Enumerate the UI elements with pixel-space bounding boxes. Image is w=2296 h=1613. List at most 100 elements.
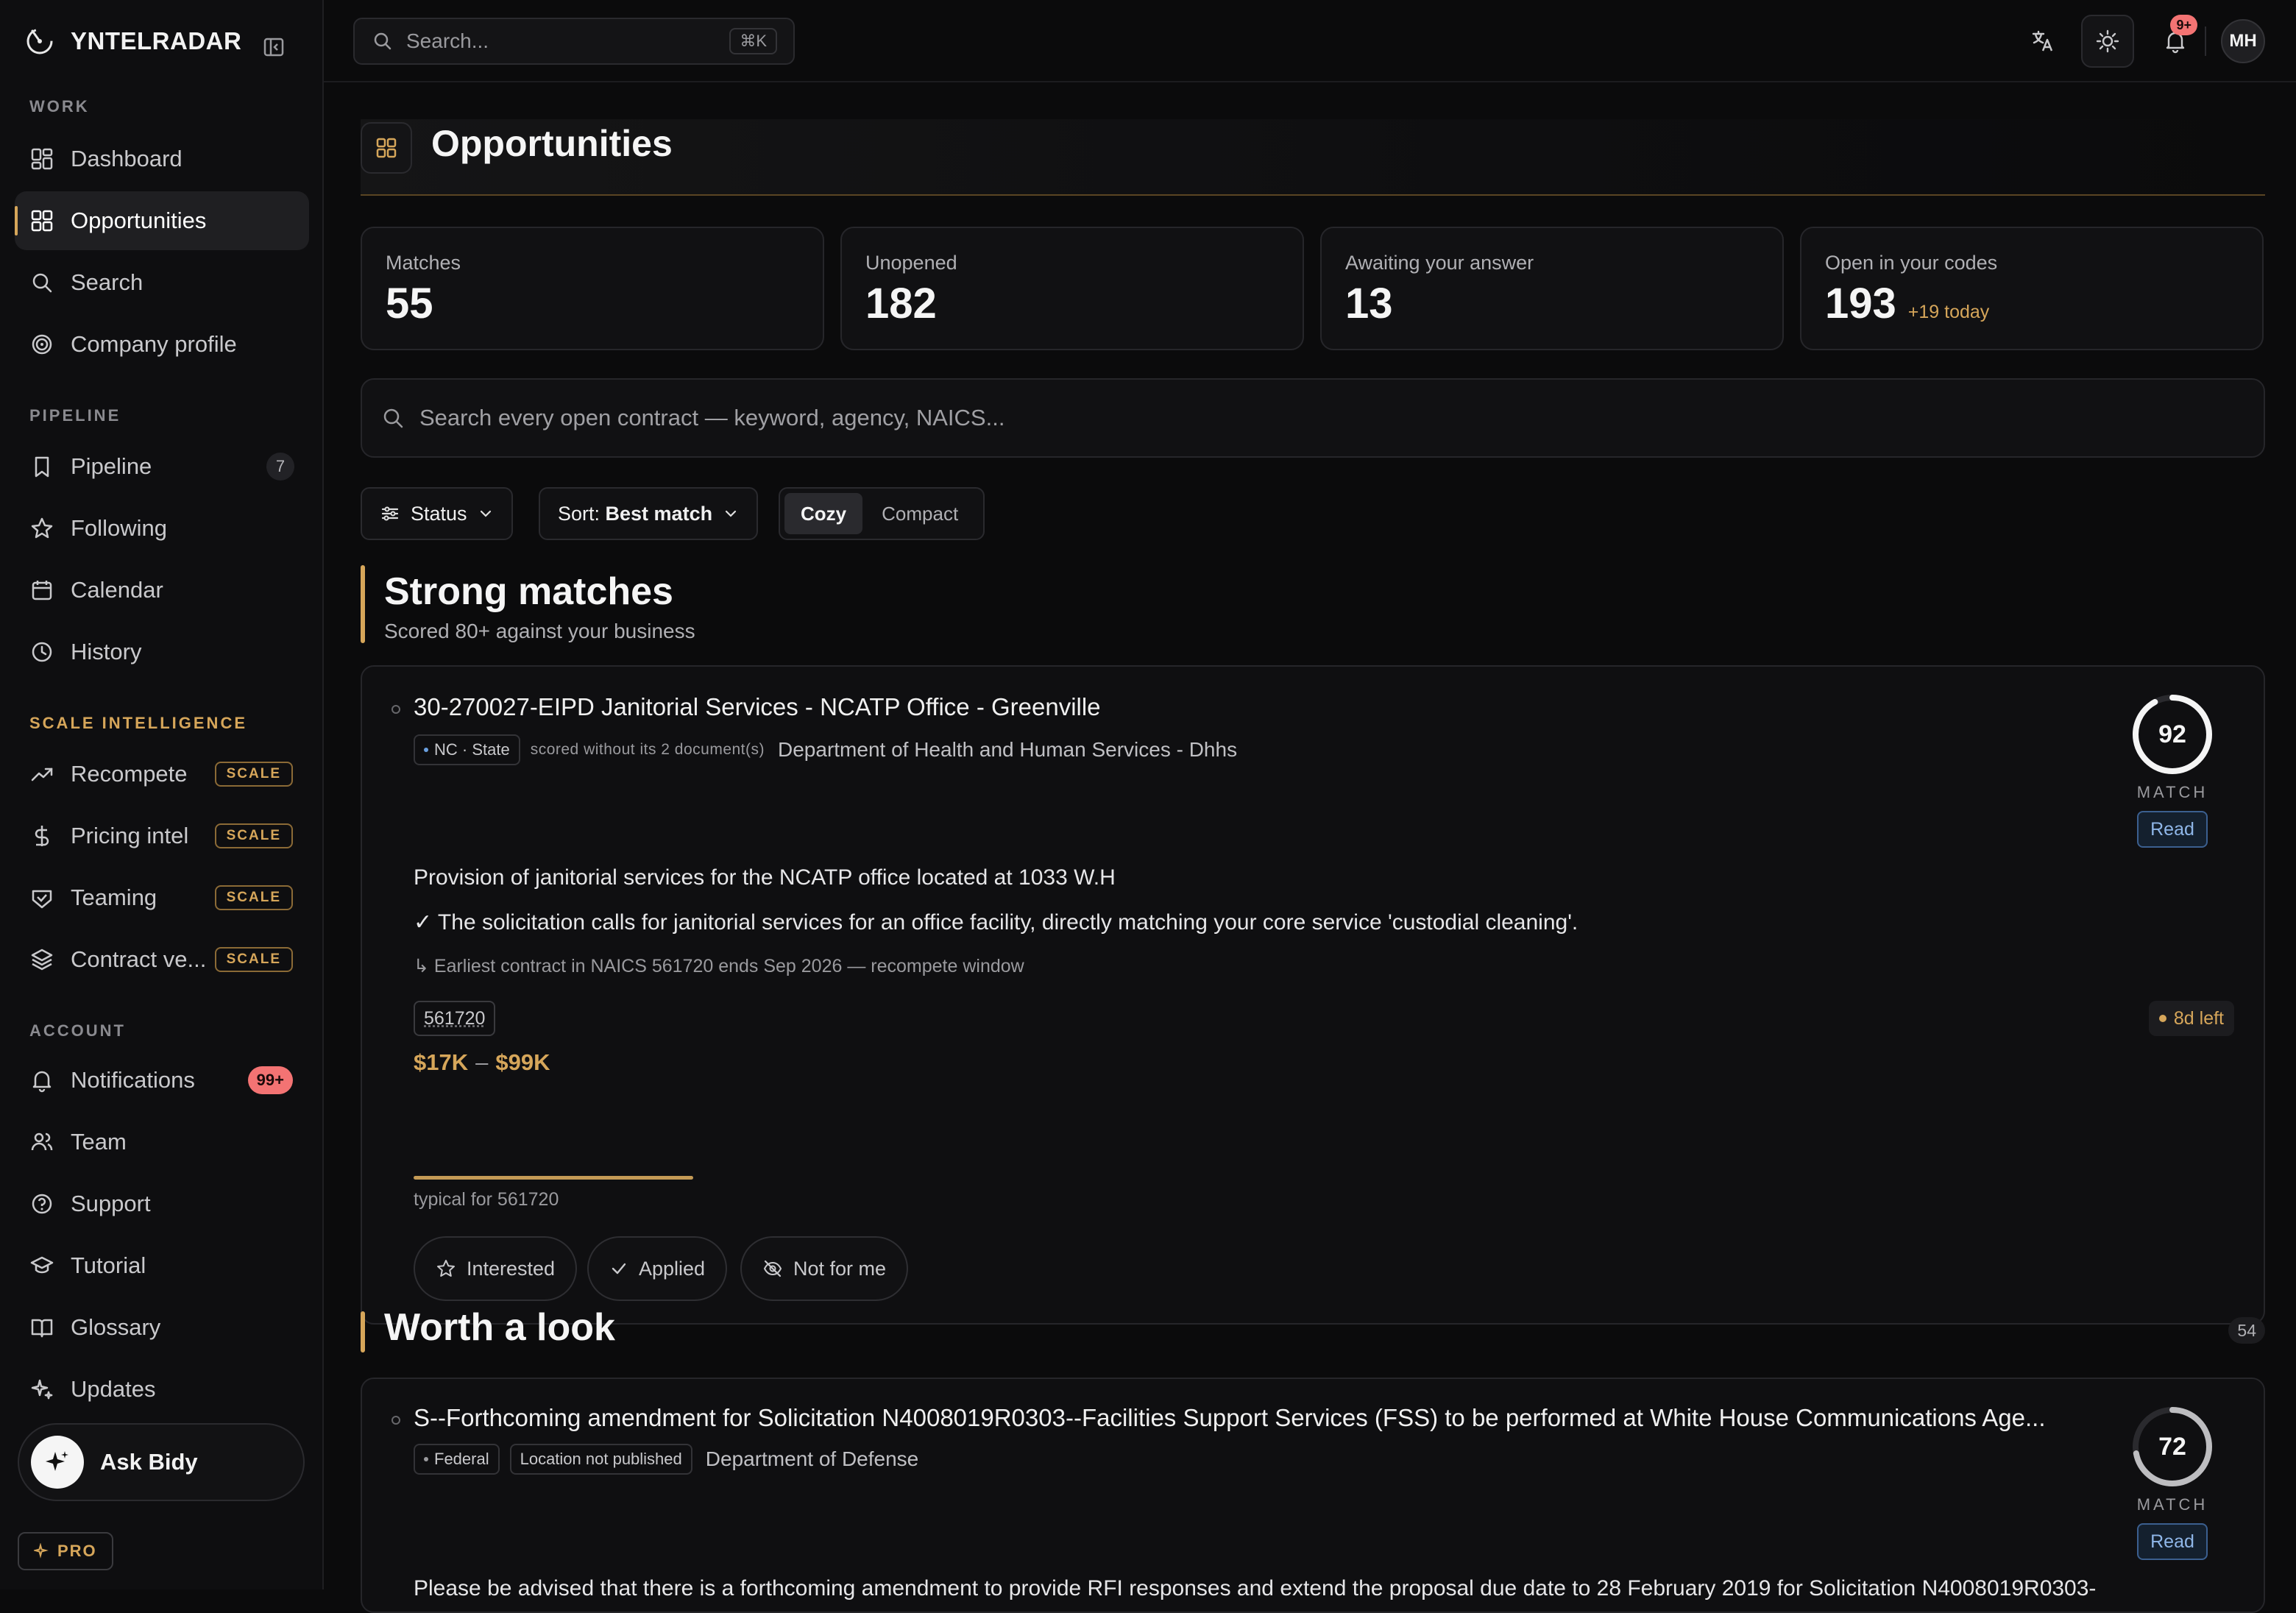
trend-icon xyxy=(29,762,54,787)
section-label-account: ACCOUNT xyxy=(29,1021,126,1040)
opportunity-card[interactable]: S--Forthcoming amendment for Solicitatio… xyxy=(361,1378,2265,1613)
plan-badge[interactable]: PRO xyxy=(18,1532,113,1570)
status-filter-label: Status xyxy=(411,502,467,525)
stat-label: Awaiting your answer xyxy=(1345,252,1534,274)
sidebar-item-notifications[interactable]: Notifications 99+ xyxy=(15,1051,309,1110)
view-density-toggle: Cozy Compact xyxy=(779,487,985,540)
price-high: $99K xyxy=(495,1049,550,1075)
stat-value: 182 xyxy=(865,280,937,327)
contract-search-input[interactable]: Search every open contract — keyword, ag… xyxy=(361,378,2265,458)
sidebar-item-pricing-intel[interactable]: Pricing intel SCALE xyxy=(15,806,309,865)
check-icon xyxy=(609,1259,628,1278)
sidebar-item-opportunities[interactable]: Opportunities xyxy=(15,191,309,250)
tag-dot xyxy=(424,748,428,752)
sidebar-item-teaming[interactable]: Teaming SCALE xyxy=(15,868,309,927)
opportunity-title[interactable]: 30-270027-EIPD Janitorial Services - NCA… xyxy=(414,693,2106,721)
scoring-note: scored without its 2 document(s) xyxy=(530,741,765,758)
price-bar xyxy=(414,1176,693,1180)
score-ring: 72 xyxy=(2131,1405,2214,1488)
notifications-button[interactable]: 9+ xyxy=(2149,15,2202,68)
sidebar-item-recompete[interactable]: Recompete SCALE xyxy=(15,745,309,804)
keyboard-shortcut: ⌘K xyxy=(729,28,777,54)
interested-button[interactable]: Interested xyxy=(414,1236,578,1301)
sidebar-item-updates[interactable]: Updates xyxy=(15,1360,309,1419)
collapse-sidebar-icon[interactable] xyxy=(262,35,286,59)
price-low: $17K xyxy=(414,1049,469,1075)
translate-button[interactable] xyxy=(2016,15,2069,68)
dashboard-icon xyxy=(29,146,54,171)
sidebar-item-dashboard[interactable]: Dashboard xyxy=(15,130,309,188)
applied-button[interactable]: Applied xyxy=(587,1236,728,1301)
user-avatar[interactable]: MH xyxy=(2221,19,2265,63)
chevron-down-icon xyxy=(478,506,494,522)
stat-value: 13 xyxy=(1345,280,1393,327)
score-value: 92 xyxy=(2158,720,2186,748)
stat-card-open-in-codes[interactable]: Open in your codes 193 +19 today xyxy=(1800,227,2264,350)
graduation-icon xyxy=(29,1253,54,1278)
pipeline-count-badge: 7 xyxy=(266,453,294,481)
stat-card-awaiting[interactable]: Awaiting your answer 13 xyxy=(1320,227,1784,350)
view-option-cozy[interactable]: Cozy xyxy=(784,493,863,534)
sidebar-item-label: Dashboard xyxy=(71,146,183,171)
brand[interactable]: YNTELRADAR xyxy=(24,22,241,60)
stat-card-unopened[interactable]: Unopened 182 xyxy=(840,227,1304,350)
sidebar-item-company-profile[interactable]: Company profile xyxy=(15,315,309,374)
brand-name: YNTELRADAR xyxy=(71,27,242,54)
sidebar-item-support[interactable]: Support xyxy=(15,1174,309,1233)
sidebar-item-label: Company profile xyxy=(71,331,237,357)
opportunity-title[interactable]: S--Forthcoming amendment for Solicitatio… xyxy=(414,1404,2084,1432)
not-for-me-button[interactable]: Not for me xyxy=(740,1236,909,1301)
section-subtitle: Scored 80+ against your business xyxy=(384,620,695,642)
search-icon xyxy=(29,270,54,295)
sidebar-item-label: Contract ve... xyxy=(71,946,207,972)
sidebar-item-tutorial[interactable]: Tutorial xyxy=(15,1236,309,1295)
chevron-down-icon xyxy=(723,506,739,522)
read-status-chip[interactable]: Read xyxy=(2137,1523,2208,1560)
sort-dropdown[interactable]: Sort: Best match xyxy=(539,487,759,540)
section-label-pipeline: PIPELINE xyxy=(29,406,121,425)
sidebar-item-label: Team xyxy=(71,1129,127,1155)
tag-label: NC · State xyxy=(434,740,510,759)
status-filter-button[interactable]: Status xyxy=(361,487,513,540)
handshake-icon xyxy=(29,885,54,910)
scale-badge: SCALE xyxy=(214,947,293,972)
grid-icon xyxy=(29,208,54,233)
sidebar-item-label: Calendar xyxy=(71,577,163,603)
calendar-icon xyxy=(29,578,54,603)
jurisdiction-tag: NC · State xyxy=(414,734,520,765)
section-label-work: WORK xyxy=(29,97,90,116)
notifications-badge: 99+ xyxy=(247,1066,293,1094)
naics-tag[interactable]: 561720 xyxy=(414,1001,496,1036)
opportunity-card[interactable]: 30-270027-EIPD Janitorial Services - NCA… xyxy=(361,665,2265,1325)
sidebar-item-label: Pricing intel xyxy=(71,823,189,848)
bell-icon xyxy=(29,1068,54,1093)
stat-label: Open in your codes xyxy=(1825,252,1998,274)
sidebar-item-glossary[interactable]: Glossary xyxy=(15,1298,309,1357)
global-search-input[interactable]: Search... ⌘K xyxy=(353,18,795,65)
grid-icon xyxy=(361,122,412,174)
ask-bidy-button[interactable]: Ask Bidy xyxy=(18,1423,305,1501)
unread-dot xyxy=(391,1416,400,1425)
sidebar-item-history[interactable]: History xyxy=(15,623,309,681)
tag-label: Location not published xyxy=(520,1450,682,1468)
read-status-chip[interactable]: Read xyxy=(2137,811,2208,848)
sidebar-item-search[interactable]: Search xyxy=(15,253,309,312)
theme-toggle-button[interactable] xyxy=(2081,15,2134,68)
view-option-compact[interactable]: Compact xyxy=(865,493,974,534)
score-label: MATCH xyxy=(2136,1495,2208,1514)
tag-label: Federal xyxy=(434,1450,489,1468)
sidebar-item-calendar[interactable]: Calendar xyxy=(15,561,309,620)
applied-label: Applied xyxy=(639,1257,706,1280)
unread-dot xyxy=(391,705,400,714)
scale-badge: SCALE xyxy=(214,885,293,910)
sun-icon xyxy=(2095,29,2120,54)
sidebar-item-contract-vehicles[interactable]: Contract ve... SCALE xyxy=(15,930,309,989)
location-tag: Location not published xyxy=(509,1444,692,1475)
deadline-dot xyxy=(2158,1015,2166,1022)
stat-card-matches[interactable]: Matches 55 xyxy=(361,227,824,350)
search-icon xyxy=(372,31,393,52)
sidebar-item-following[interactable]: Following xyxy=(15,499,309,558)
sidebar-item-team[interactable]: Team xyxy=(15,1113,309,1171)
notifications-count-badge: 9+ xyxy=(2170,15,2197,35)
sidebar-item-pipeline[interactable]: Pipeline 7 xyxy=(15,437,309,496)
